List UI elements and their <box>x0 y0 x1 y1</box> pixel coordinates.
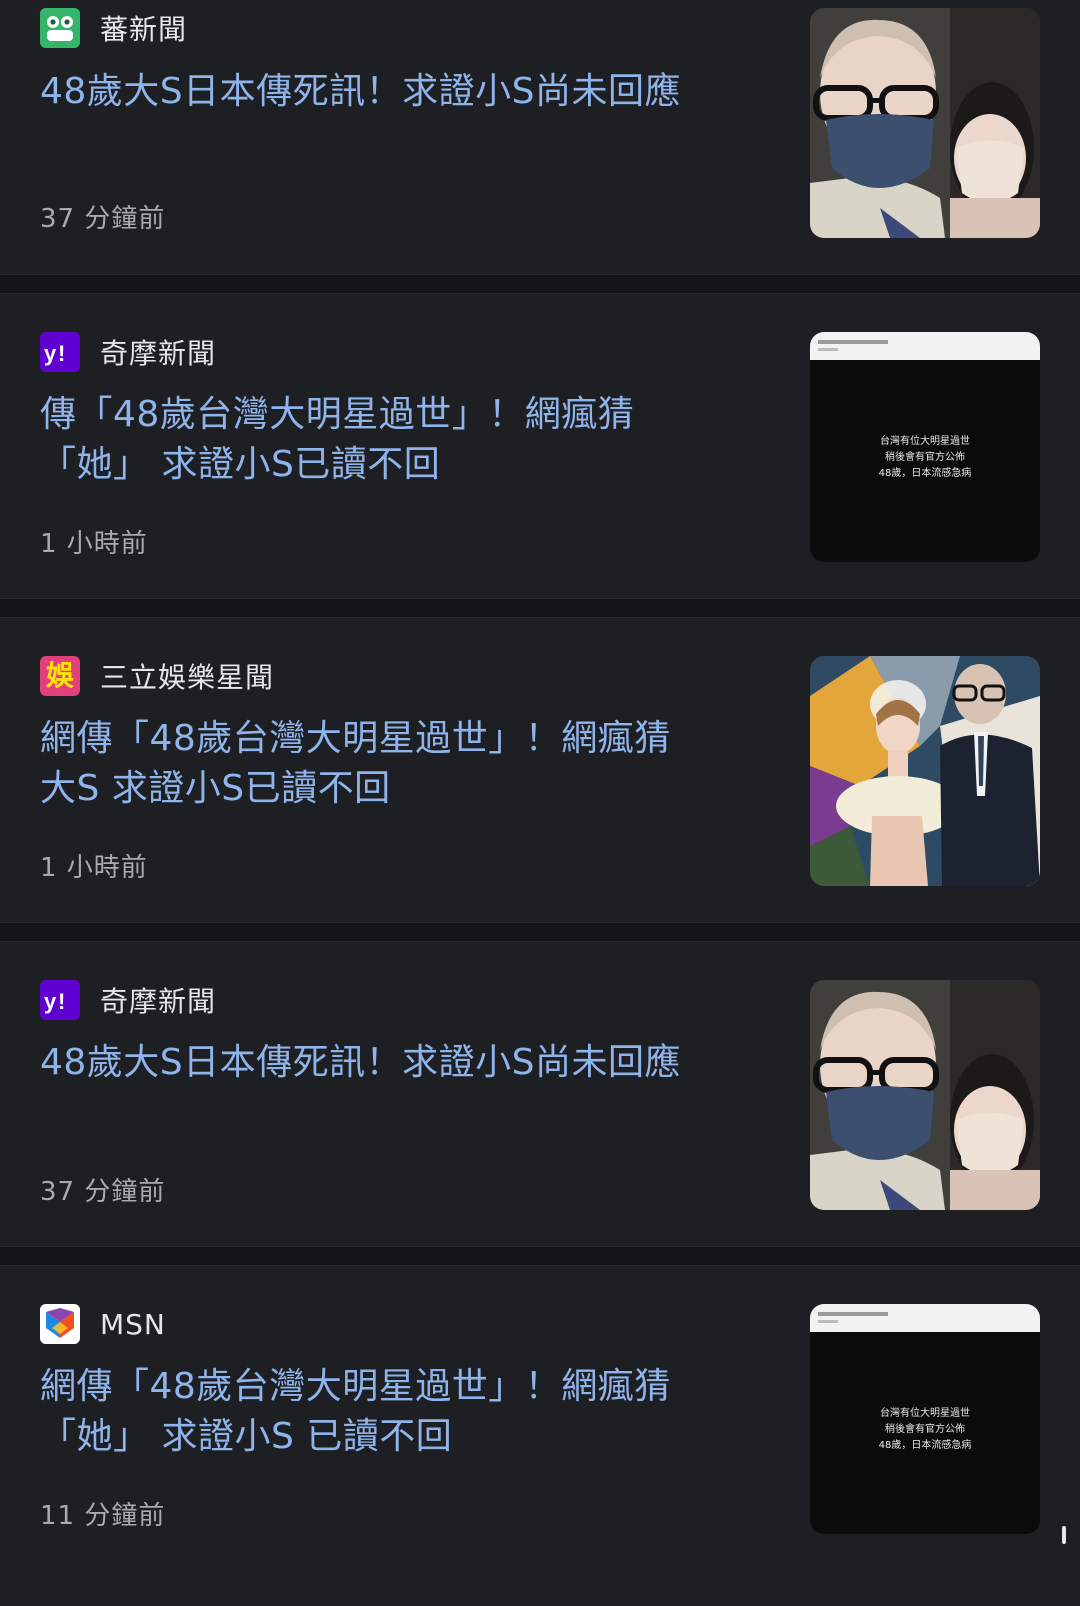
card-divider <box>0 274 1080 294</box>
news-card[interactable]: 蕃新聞 48歲大S日本傳死訊！求證小S尚未回應 37 分鐘前 <box>0 0 1080 274</box>
news-source: MSN <box>40 1304 166 1344</box>
headline-line: 「她」 求證小S已讀不回 <box>40 444 441 485</box>
thumbnail-caption: 台灣有位大明星過世 <box>880 434 970 447</box>
svg-text:!: ! <box>58 341 65 366</box>
svg-text:y: y <box>44 341 57 366</box>
headline-link[interactable]: 48歲大S日本傳死訊！求證小S尚未回應 <box>40 67 740 117</box>
timestamp: 37 分鐘前 <box>40 204 166 234</box>
scroll-indicator[interactable] <box>1062 1526 1066 1544</box>
svg-text:!: ! <box>58 989 65 1014</box>
news-feed: 蕃新聞 48歲大S日本傳死訊！求證小S尚未回應 37 分鐘前 y ! 奇摩新聞 … <box>0 0 1080 1606</box>
yahoo-logo-icon: y ! <box>40 980 80 1020</box>
news-card[interactable]: 娛 三立娛樂星聞 網傳「48歲台灣大明星過世」！網瘋猜 大S 求證小S已讀不回 … <box>0 618 1080 922</box>
setn-ent-logo-icon: 娛 <box>40 656 80 696</box>
black-post-thumbnail[interactable]: 台灣有位大明星過世 稍後會有官方公佈 48歲，日本流感急病 <box>810 1304 1040 1534</box>
source-name: MSN <box>100 1307 166 1341</box>
timestamp: 1 小時前 <box>40 853 148 883</box>
source-name: 蕃新聞 <box>100 13 188 46</box>
couple-photo-thumbnail[interactable] <box>810 980 1040 1210</box>
news-source: 娛 三立娛樂星聞 <box>40 656 274 696</box>
timestamp: 1 小時前 <box>40 529 148 559</box>
news-card[interactable]: MSN 網傳「48歲台灣大明星過世」！網瘋猜 「她」 求證小S 已讀不回 11 … <box>0 1266 1080 1606</box>
headline-line: 「她」 求證小S 已讀不回 <box>40 1416 453 1457</box>
card-divider <box>0 922 1080 942</box>
yahoo-logo-icon: y ! <box>40 332 80 372</box>
wedding-photo-thumbnail[interactable] <box>810 656 1040 886</box>
timestamp: 11 分鐘前 <box>40 1501 166 1531</box>
news-source: y ! 奇摩新聞 <box>40 332 216 372</box>
headline-line: 傳「48歲台灣大明星過世」！網瘋猜 <box>40 394 635 435</box>
headline-line: 網傳「48歲台灣大明星過世」！網瘋猜 <box>40 1366 671 1407</box>
msn-logo-icon <box>40 1304 80 1344</box>
source-name: 奇摩新聞 <box>100 337 217 370</box>
news-source: 蕃新聞 <box>40 8 187 48</box>
thumbnail-caption: 48歲，日本流感急病 <box>879 466 972 479</box>
headline-line: 大S 求證小S已讀不回 <box>40 768 391 809</box>
black-post-thumbnail[interactable]: 台灣有位大明星過世 稍後會有官方公佈 48歲，日本流感急病 <box>810 332 1040 562</box>
headline-link[interactable]: 48歲大S日本傳死訊！求證小S尚未回應 <box>40 1038 740 1088</box>
source-name: 奇摩新聞 <box>100 985 217 1018</box>
couple-photo-thumbnail[interactable] <box>810 8 1040 238</box>
headline-link[interactable]: 網傳「48歲台灣大明星過世」！網瘋猜 大S 求證小S已讀不回 <box>40 714 740 814</box>
thumbnail-caption: 台灣有位大明星過世 <box>880 1406 970 1419</box>
thumbnail-caption: 稍後會有官方公佈 <box>885 1422 965 1435</box>
news-source: y ! 奇摩新聞 <box>40 980 216 1020</box>
headline-link[interactable]: 傳「48歲台灣大明星過世」！網瘋猜 「她」 求證小S已讀不回 <box>40 390 740 490</box>
card-divider <box>0 1246 1080 1266</box>
svg-text:y: y <box>44 989 57 1014</box>
thumbnail-caption: 48歲，日本流感急病 <box>879 1438 972 1451</box>
frog-logo-icon <box>40 8 80 48</box>
headline-line: 網傳「48歲台灣大明星過世」！網瘋猜 <box>40 718 671 759</box>
news-card[interactable]: y ! 奇摩新聞 傳「48歲台灣大明星過世」！網瘋猜 「她」 求證小S已讀不回 … <box>0 294 1080 598</box>
timestamp: 37 分鐘前 <box>40 1177 166 1207</box>
news-card[interactable]: y ! 奇摩新聞 48歲大S日本傳死訊！求證小S尚未回應 37 分鐘前 <box>0 942 1080 1246</box>
thumbnail-caption: 稍後會有官方公佈 <box>885 450 965 463</box>
card-divider <box>0 598 1080 618</box>
headline-link[interactable]: 網傳「48歲台灣大明星過世」！網瘋猜 「她」 求證小S 已讀不回 <box>40 1362 740 1462</box>
source-name: 三立娛樂星聞 <box>100 661 275 694</box>
